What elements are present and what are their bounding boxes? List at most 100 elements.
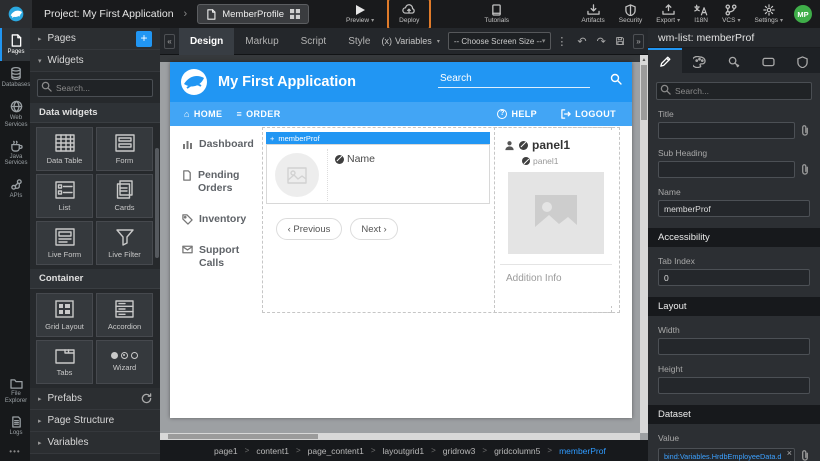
properties-search-input[interactable]: [656, 82, 812, 100]
save-icon[interactable]: [616, 35, 624, 47]
canvas-vertical-scrollbar[interactable]: ▲: [640, 55, 648, 433]
widgets-section-header[interactable]: ▾ Widgets: [30, 50, 160, 72]
sub-heading-input[interactable]: [658, 161, 795, 178]
page-structure-section-header[interactable]: ▸ Page Structure: [30, 410, 160, 432]
breadcrumb-item-content1[interactable]: content1: [256, 446, 289, 456]
widget-tile-live-form[interactable]: Live Form: [36, 221, 93, 265]
sidebar-item-inventory[interactable]: Inventory: [182, 213, 258, 227]
widget-search-input[interactable]: [37, 79, 153, 97]
memberprof-widget-header[interactable]: + memberProf: [266, 132, 490, 144]
app-header-widget[interactable]: My First Application Search: [170, 62, 632, 102]
widget-tile-tabs[interactable]: Tabs: [36, 340, 93, 384]
widget-tile-wizard[interactable]: Wizard: [96, 340, 153, 384]
rail-item-web-services[interactable]: Web Services: [0, 94, 30, 134]
rail-item-pages[interactable]: Pages: [0, 28, 30, 61]
sidebar-item-pending-orders[interactable]: Pending Orders: [182, 169, 258, 196]
breadcrumb-item-layoutgrid1[interactable]: layoutgrid1: [383, 446, 425, 456]
kebab-menu-icon[interactable]: ⋮: [556, 35, 567, 48]
wavemaker-logo[interactable]: [0, 0, 32, 28]
pagination-next-button[interactable]: Next ›: [350, 218, 398, 240]
vcs-button[interactable]: VCS▾: [715, 0, 747, 28]
app-search-input[interactable]: Search: [438, 70, 590, 88]
widget-tile-grid-layout[interactable]: Grid Layout: [36, 293, 93, 337]
pagination-previous-button[interactable]: ‹ Previous: [276, 218, 342, 240]
nav-item-help[interactable]: ? HELP: [497, 109, 537, 119]
widget-tile-list[interactable]: List: [36, 174, 93, 218]
panel1-subtitle[interactable]: panel1: [522, 156, 559, 166]
panel1-widget[interactable]: panel1 panel1 Addition Info: [500, 130, 612, 306]
redo-icon[interactable]: ↷: [597, 35, 606, 48]
prefabs-section-header[interactable]: ▸ Prefabs: [30, 388, 160, 410]
nav-item-home[interactable]: ⌂ HOME: [184, 109, 222, 119]
sidebar-item-support-calls[interactable]: Support Calls: [182, 244, 258, 271]
collapse-left-panel-button[interactable]: «: [164, 34, 175, 49]
breadcrumb-item-gridrow3[interactable]: gridrow3: [443, 446, 476, 456]
height-input[interactable]: [658, 377, 810, 394]
widget-tile-live-filter[interactable]: Live Filter: [96, 221, 153, 265]
tab-properties[interactable]: [648, 48, 682, 73]
widget-tile-form[interactable]: Form: [96, 127, 153, 171]
tab-markup[interactable]: Markup: [234, 28, 289, 55]
dataset-value-input[interactable]: [658, 448, 795, 461]
screen-size-select[interactable]: -- Choose Screen Size -- ▾: [448, 32, 552, 50]
caret-right-icon: ▸: [38, 395, 42, 403]
pages-section-header[interactable]: ▸ Pages +: [30, 28, 160, 50]
breadcrumb-item-gridcolumn5[interactable]: gridcolumn5: [494, 446, 540, 456]
widget-tile-data-table[interactable]: Data Table: [36, 127, 93, 171]
canvas-horizontal-scrollbar[interactable]: [160, 433, 640, 440]
settings-button[interactable]: Settings▾: [747, 0, 790, 28]
widget-tile-accordion[interactable]: Accordion: [96, 293, 153, 337]
tab-styles[interactable]: [682, 48, 716, 73]
widget-tile-cards[interactable]: Cards: [96, 174, 153, 218]
title-input[interactable]: [658, 122, 795, 139]
panel1-footer-label[interactable]: Addition Info: [506, 273, 562, 284]
export-button[interactable]: Export▾: [649, 0, 687, 28]
preview-button[interactable]: Preview▾: [339, 0, 381, 28]
bind-link-icon[interactable]: [800, 164, 810, 175]
panel1-title[interactable]: panel1: [504, 138, 570, 152]
page-tab-memberprofile[interactable]: MemberProfile: [197, 4, 309, 24]
variables-section-header[interactable]: ▸ Variables: [30, 432, 160, 454]
tab-script[interactable]: Script: [290, 28, 338, 55]
memberprof-list-item[interactable]: Name: [266, 144, 490, 204]
width-input[interactable]: [658, 338, 810, 355]
security-button[interactable]: Security: [612, 0, 649, 28]
bind-link-icon[interactable]: [800, 125, 810, 136]
tab-device[interactable]: [751, 48, 785, 73]
add-page-button[interactable]: +: [136, 31, 152, 47]
search-icon[interactable]: [610, 73, 622, 85]
panel-scrollbar[interactable]: [155, 148, 159, 258]
panel1-image-placeholder[interactable]: [508, 172, 604, 254]
deploy-button[interactable]: Deploy: [387, 0, 431, 30]
user-avatar[interactable]: MP: [794, 5, 812, 23]
undo-icon[interactable]: ↶: [577, 35, 586, 48]
tab-design[interactable]: Design: [179, 28, 234, 55]
more-options-icon[interactable]: •••: [0, 442, 30, 461]
i18n-button[interactable]: I18N: [687, 0, 715, 28]
list-item-avatar-placeholder[interactable]: [275, 153, 319, 197]
rail-item-logs[interactable]: Logs: [0, 410, 30, 442]
tab-style[interactable]: Style: [337, 28, 381, 55]
collapse-right-panel-button[interactable]: »: [633, 34, 644, 49]
rail-item-java-services[interactable]: Java Services: [0, 134, 30, 173]
artifacts-button[interactable]: Artifacts: [574, 0, 611, 28]
tutorials-button[interactable]: Tutorials: [477, 0, 516, 28]
nav-item-order[interactable]: ≡ ORDER: [236, 109, 280, 119]
sidebar-item-dashboard[interactable]: Dashboard: [182, 138, 258, 152]
rail-item-apis[interactable]: APIs: [0, 172, 30, 205]
list-item-name-label[interactable]: Name: [335, 153, 375, 165]
name-input[interactable]: [658, 200, 810, 217]
refresh-icon[interactable]: [141, 393, 152, 404]
tab-index-input[interactable]: [658, 269, 810, 286]
clear-binding-icon[interactable]: ×: [787, 449, 792, 458]
breadcrumb-item-memberprof[interactable]: memberProf: [559, 446, 606, 456]
nav-item-logout[interactable]: LOGOUT: [561, 109, 616, 119]
breadcrumb-item-page1[interactable]: page1: [214, 446, 238, 456]
variables-dropdown[interactable]: (x) Variables ▾: [381, 36, 439, 46]
rail-item-file-explorer[interactable]: File Explorer: [0, 372, 30, 410]
breadcrumb-item-page-content1[interactable]: page_content1: [308, 446, 364, 456]
bind-link-icon[interactable]: [800, 450, 810, 461]
tab-security[interactable]: [786, 48, 820, 73]
rail-item-databases[interactable]: Databases: [0, 61, 30, 94]
tab-events[interactable]: [717, 48, 751, 73]
